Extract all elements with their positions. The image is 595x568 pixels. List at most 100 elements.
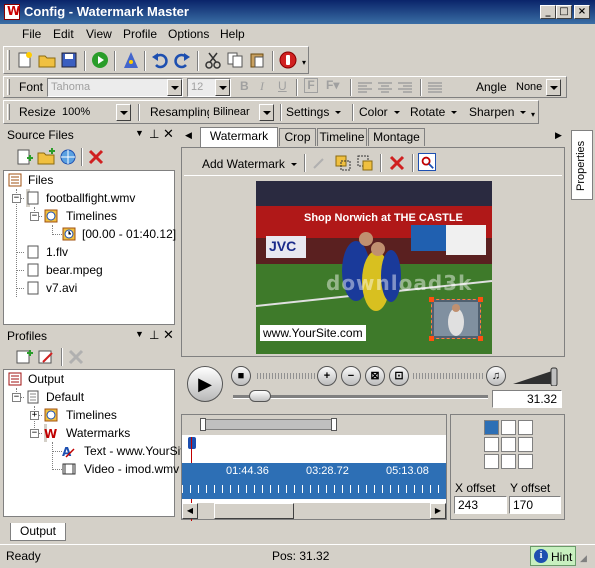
remove-icon[interactable]: [87, 148, 105, 166]
run-icon[interactable]: [91, 51, 109, 69]
tab-montage[interactable]: Montage: [368, 128, 425, 146]
copy-icon[interactable]: [226, 51, 244, 69]
panel-close-icon[interactable]: ✕: [163, 126, 174, 142]
collapse-icon[interactable]: −: [12, 393, 21, 402]
video-preview[interactable]: Shop Norwich at THE CASTLE JVC download3…: [256, 181, 492, 354]
stop-icon[interactable]: [279, 51, 297, 69]
tab-crop[interactable]: Crop: [279, 128, 316, 146]
color-dropdown[interactable]: Color: [359, 105, 400, 119]
zoom-out-button[interactable]: −: [341, 366, 361, 386]
tabs-scroll-left-icon[interactable]: ◀: [185, 130, 192, 141]
font-color-icon[interactable]: F▾: [326, 78, 339, 92]
scroll-right-icon[interactable]: ▶: [430, 503, 446, 519]
panel-menu-icon[interactable]: ▼: [135, 128, 144, 138]
grid-cell-bottom-right[interactable]: [518, 454, 533, 469]
toolbar-overflow-icon[interactable]: ▾: [528, 111, 538, 125]
minimize-button[interactable]: _: [540, 5, 556, 19]
scroll-left-icon[interactable]: ◀: [182, 503, 198, 519]
delete-profile-icon[interactable]: [67, 348, 85, 366]
grid-cell-middle-right[interactable]: [518, 437, 533, 452]
range-handle-right[interactable]: [331, 418, 337, 431]
menu-edit[interactable]: Edit: [53, 27, 74, 41]
open-folder-icon[interactable]: [38, 51, 56, 69]
tab-watermark[interactable]: Watermark: [200, 127, 278, 147]
hint-button[interactable]: i Hint: [530, 546, 576, 566]
grid-cell-top-left[interactable]: [484, 420, 499, 435]
undo-icon[interactable]: [151, 51, 169, 69]
cut-icon[interactable]: [204, 51, 222, 69]
toolbar-overflow-icon[interactable]: ▾: [299, 59, 309, 73]
scroll-thumb[interactable]: [214, 503, 294, 519]
tabs-scroll-right-icon[interactable]: ▶: [555, 130, 562, 141]
expand-icon[interactable]: +: [30, 411, 39, 420]
grid-cell-middle-left[interactable]: [484, 437, 499, 452]
font-combo[interactable]: Tahoma: [47, 78, 183, 97]
range-selector[interactable]: [202, 419, 336, 430]
add-url-icon[interactable]: [59, 148, 77, 166]
x-offset-input[interactable]: 243: [454, 496, 507, 514]
collapse-icon[interactable]: −: [12, 194, 21, 203]
maximize-button[interactable]: □: [556, 5, 572, 19]
new-file-icon[interactable]: [16, 51, 34, 69]
bold-icon[interactable]: B: [240, 79, 249, 93]
collapse-icon[interactable]: −: [30, 212, 39, 221]
edit-profile-icon[interactable]: [37, 348, 55, 366]
add-watermark-dropdown[interactable]: Add Watermark: [202, 157, 297, 171]
grid-cell-bottom-left[interactable]: [484, 454, 499, 469]
menu-help[interactable]: Help: [220, 27, 245, 41]
add-folder-icon[interactable]: [37, 148, 55, 166]
menu-file[interactable]: File: [22, 27, 41, 41]
timeline-track[interactable]: 01:44.36 03:28.72 05:13.08: [182, 463, 446, 499]
fit-window-button[interactable]: ⊠: [365, 366, 385, 386]
new-profile-icon[interactable]: [15, 348, 33, 366]
resize-combo[interactable]: 100%: [58, 103, 132, 122]
settings-dropdown[interactable]: Settings: [286, 105, 341, 119]
timeline-scrollbar[interactable]: ◀ ▶: [182, 503, 446, 519]
seek-track[interactable]: [233, 395, 488, 399]
wizard-icon[interactable]: [122, 51, 140, 69]
redo-icon[interactable]: [173, 51, 191, 69]
tree-item-football[interactable]: footballfight.wmv: [26, 189, 135, 207]
tab-timeline[interactable]: Timeline: [317, 128, 367, 146]
collapse-icon[interactable]: −: [30, 429, 39, 438]
grid-cell-top-center[interactable]: [501, 420, 516, 435]
menu-profile[interactable]: Profile: [123, 27, 157, 41]
angle-combo[interactable]: None: [512, 78, 562, 97]
font-dialog-icon[interactable]: F: [304, 78, 318, 93]
menu-options[interactable]: Options: [168, 27, 209, 41]
panel-close-icon[interactable]: ✕: [163, 327, 174, 343]
profile-watermarks[interactable]: W Watermarks: [44, 424, 130, 442]
delete-watermark-icon[interactable]: [388, 154, 406, 172]
bring-front-icon[interactable]: [334, 154, 352, 172]
align-right-icon[interactable]: [396, 79, 414, 97]
resize-handle[interactable]: [478, 297, 483, 302]
seek-thumb[interactable]: [249, 390, 271, 402]
zoom-in-button[interactable]: +: [317, 366, 337, 386]
tab-output[interactable]: Output: [10, 523, 66, 541]
grid-cell-bottom-center[interactable]: [501, 454, 516, 469]
save-icon[interactable]: [60, 51, 78, 69]
video-watermark-box[interactable]: [429, 297, 483, 341]
resize-handle[interactable]: [429, 297, 434, 302]
rotate-dropdown[interactable]: Rotate: [410, 105, 457, 119]
justify-icon[interactable]: [426, 79, 444, 97]
paste-icon[interactable]: [248, 51, 266, 69]
position-grid[interactable]: [484, 420, 534, 470]
align-center-icon[interactable]: [376, 79, 394, 97]
underline-icon[interactable]: U: [278, 79, 287, 93]
actual-size-button[interactable]: ⊡: [389, 366, 409, 386]
volume-slider[interactable]: [511, 366, 561, 386]
resize-handle[interactable]: [478, 336, 483, 341]
range-handle-left[interactable]: [200, 418, 206, 431]
font-size-combo[interactable]: 12: [187, 78, 231, 97]
properties-tab[interactable]: Properties: [571, 130, 593, 200]
align-left-icon[interactable]: [356, 79, 374, 97]
y-offset-input[interactable]: 170: [509, 496, 561, 514]
grid-cell-center[interactable]: [501, 437, 516, 452]
sharpen-dropdown[interactable]: Sharpen: [469, 105, 526, 119]
site-text-watermark[interactable]: www.YourSite.com: [260, 325, 366, 341]
stop-button[interactable]: ■: [231, 366, 251, 386]
panel-menu-icon[interactable]: ▼: [135, 329, 144, 339]
play-button[interactable]: ▶: [187, 366, 223, 402]
pin-icon[interactable]: ⊥: [149, 127, 159, 141]
